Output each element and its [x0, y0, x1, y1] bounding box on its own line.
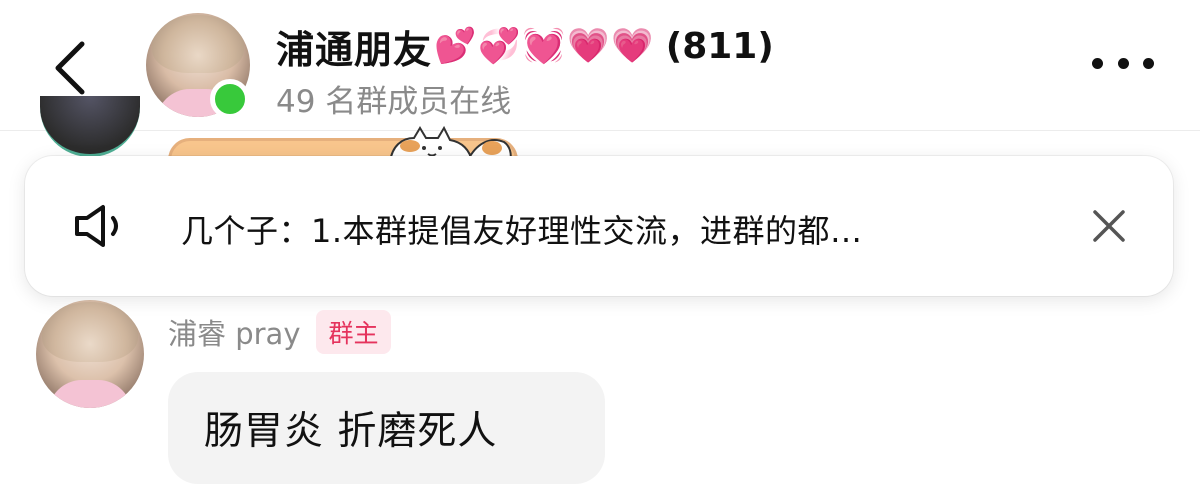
- previous-sender-avatar[interactable]: [40, 96, 140, 157]
- more-horizontal-icon: [1092, 58, 1103, 69]
- group-announcement[interactable]: 几个子：1.本群提倡友好理性交流，进群的都…: [25, 156, 1173, 296]
- sender-info: 浦睿 pray 群主: [168, 310, 391, 354]
- group-name: 浦通朋友: [276, 27, 433, 72]
- speaker-icon: [75, 205, 118, 247]
- sender-name: 浦睿 pray: [168, 317, 301, 351]
- message-text: 肠胃炎 折磨死人: [204, 409, 498, 454]
- message-bubble[interactable]: 肠胃炎 折磨死人: [168, 372, 605, 484]
- online-members-text: 49 名群成员在线: [276, 84, 512, 120]
- close-icon: [1093, 210, 1125, 242]
- member-count: (811): [665, 25, 774, 67]
- heart-emoji: 💓: [522, 26, 566, 66]
- chat-screen: 浦通朋友 💕 💞 💓 💗 💗 (811) 49 名群成员在线 几个子：1.本群提…: [0, 0, 1200, 489]
- chevron-left-icon: [55, 41, 85, 95]
- more-options-button[interactable]: [1092, 58, 1154, 74]
- owner-badge: 群主: [316, 310, 391, 354]
- back-button[interactable]: [48, 36, 96, 100]
- group-title[interactable]: 浦通朋友 💕 💞 💓 💗 💗 (811): [276, 18, 774, 74]
- heart-emoji: 💞: [478, 26, 521, 66]
- announcement-text: 几个子：1.本群提倡友好理性交流，进群的都…: [181, 212, 863, 250]
- heart-emoji: 💗: [611, 26, 654, 66]
- group-avatar[interactable]: [146, 13, 250, 119]
- heart-emoji: 💕: [434, 26, 477, 66]
- online-status-dot: [210, 79, 250, 119]
- close-announcement-button[interactable]: [1089, 206, 1129, 246]
- heart-emoji: 💗: [567, 26, 610, 66]
- sender-avatar[interactable]: [36, 300, 144, 408]
- chat-header: 浦通朋友 💕 💞 💓 💗 💗 (811) 49 名群成员在线: [0, 0, 1200, 131]
